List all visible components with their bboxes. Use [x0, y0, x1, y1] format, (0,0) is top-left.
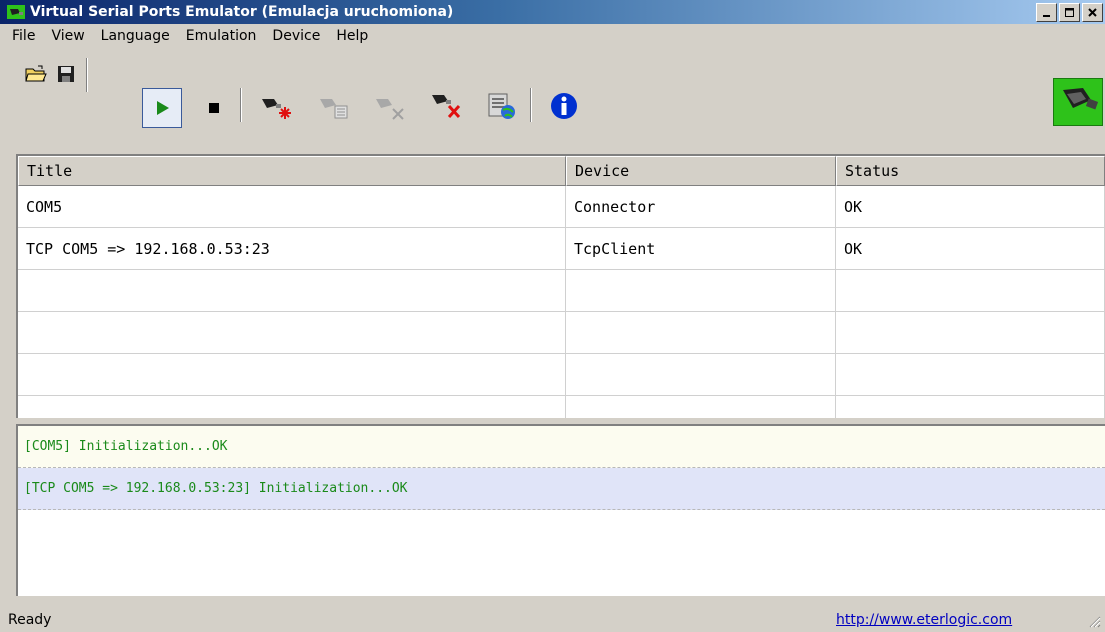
toolbar-separator — [530, 88, 532, 122]
window-title: Virtual Serial Ports Emulator (Emulacja … — [30, 4, 454, 20]
menu-file[interactable]: File — [4, 28, 43, 44]
close-icon — [1087, 7, 1097, 17]
cell-status: OK — [836, 186, 1105, 228]
cell-device: TcpClient — [566, 228, 836, 270]
minimize-button[interactable] — [1036, 3, 1057, 22]
menu-view[interactable]: View — [43, 28, 92, 44]
app-icon — [7, 5, 25, 19]
start-emulation-button[interactable] — [142, 88, 182, 128]
close-button[interactable] — [1082, 3, 1103, 22]
app-logo — [1053, 78, 1103, 126]
device-disabled-icon — [376, 99, 404, 120]
maximize-button[interactable] — [1059, 3, 1080, 22]
device-list: Title Device Status COM5 Connector OK TC… — [16, 154, 1105, 418]
cell-status — [836, 270, 1105, 312]
network-settings-button[interactable] — [484, 88, 520, 124]
toolbar-separator — [240, 88, 242, 122]
cell-device — [566, 312, 836, 354]
disable-device-button — [372, 90, 408, 126]
column-header-device[interactable]: Device — [566, 156, 836, 186]
table-row[interactable]: COM5 Connector OK — [18, 186, 1105, 228]
column-header-title[interactable]: Title — [18, 156, 566, 186]
log-panel[interactable]: [COM5] Initialization...OK [TCP COM5 => … — [16, 424, 1105, 596]
cell-device — [566, 396, 836, 418]
cell-status — [836, 312, 1105, 354]
cell-title — [18, 354, 566, 396]
column-header-status[interactable]: Status — [836, 156, 1105, 186]
log-line: [TCP COM5 => 192.168.0.53:23] Initializa… — [18, 468, 1105, 510]
cell-title: TCP COM5 => 192.168.0.53:23 — [18, 228, 566, 270]
cell-device — [566, 354, 836, 396]
title-bar: Virtual Serial Ports Emulator (Emulacja … — [0, 0, 1105, 24]
log-line: [COM5] Initialization...OK — [18, 426, 1105, 468]
menu-bar: File View Language Emulation Device Help — [0, 26, 376, 46]
cell-status — [836, 354, 1105, 396]
menu-language[interactable]: Language — [93, 28, 178, 44]
cell-status — [836, 396, 1105, 418]
cell-title — [18, 396, 566, 418]
status-text: Ready — [8, 612, 52, 628]
save-button[interactable] — [48, 56, 84, 92]
new-device-icon — [262, 99, 291, 119]
table-row — [18, 354, 1105, 396]
table-row — [18, 270, 1105, 312]
open-folder-icon — [25, 65, 47, 82]
stop-icon — [209, 103, 219, 113]
resize-grip-icon[interactable] — [1087, 614, 1101, 628]
about-button[interactable] — [546, 88, 582, 124]
cell-title: COM5 — [18, 186, 566, 228]
delete-device-button[interactable] — [428, 88, 464, 124]
toolbar — [0, 48, 1105, 148]
save-icon — [58, 66, 74, 82]
minimize-icon — [1042, 14, 1050, 17]
delete-device-icon — [432, 95, 461, 119]
menu-help[interactable]: Help — [328, 28, 376, 44]
cell-status: OK — [836, 228, 1105, 270]
maximize-icon — [1064, 7, 1074, 17]
cell-title — [18, 270, 566, 312]
play-icon — [157, 101, 169, 115]
serial-connector-icon — [1063, 88, 1099, 110]
website-link[interactable]: http://www.eterlogic.com — [836, 612, 1012, 628]
network-settings-icon — [488, 93, 515, 119]
table-row — [18, 312, 1105, 354]
menu-emulation[interactable]: Emulation — [178, 28, 265, 44]
new-device-button[interactable] — [258, 90, 294, 126]
status-bar: Ready http://www.eterlogic.com — [0, 606, 1105, 632]
device-properties-icon — [320, 99, 348, 119]
device-list-header: Title Device Status — [18, 156, 1105, 186]
toolbar-separator — [86, 58, 88, 92]
cell-title — [18, 312, 566, 354]
device-properties-button — [316, 90, 352, 126]
stop-emulation-button[interactable] — [196, 90, 232, 126]
table-row — [18, 396, 1105, 418]
cell-device — [566, 270, 836, 312]
menu-device[interactable]: Device — [264, 28, 328, 44]
info-icon — [551, 93, 577, 119]
cell-device: Connector — [566, 186, 836, 228]
table-row[interactable]: TCP COM5 => 192.168.0.53:23 TcpClient OK — [18, 228, 1105, 270]
